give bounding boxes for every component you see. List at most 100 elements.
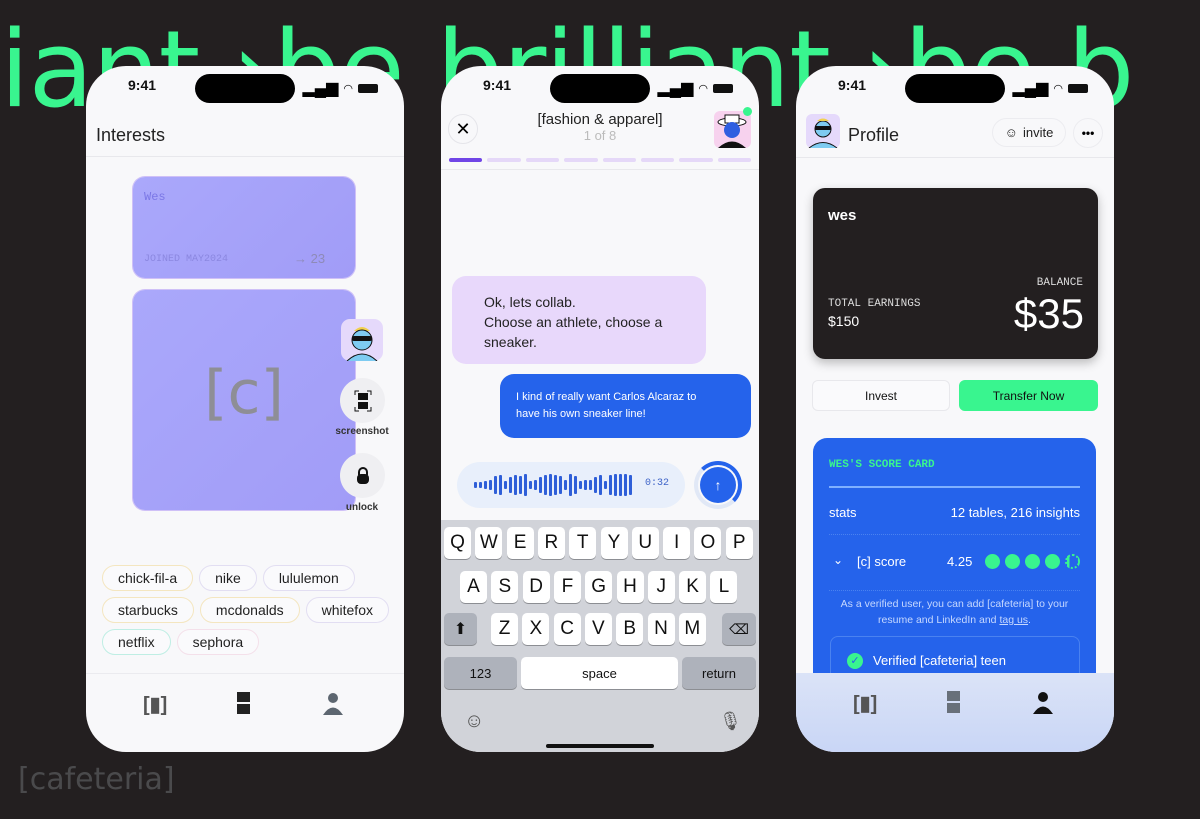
send-button[interactable]: ↑	[700, 467, 736, 503]
voice-message[interactable]: 0:32	[457, 462, 685, 508]
interest-tag[interactable]: netflix	[102, 629, 171, 655]
score-value: 4.25	[947, 554, 973, 569]
key-z[interactable]: Z	[491, 613, 518, 645]
shift-icon: ⬆	[453, 621, 468, 638]
waveform-bar	[614, 474, 617, 496]
key-t[interactable]: T	[569, 527, 597, 559]
interest-tag[interactable]: mcdonalds	[199, 597, 300, 623]
member-card[interactable]: Wes JOINED MAY2024 → 23	[133, 177, 355, 278]
expand-chevron-icon[interactable]: ⌄	[833, 553, 843, 567]
key-f[interactable]: F	[553, 571, 581, 603]
transfer-now-button[interactable]: Transfer Now	[959, 380, 1098, 411]
invest-button[interactable]: Invest	[812, 380, 950, 411]
tab-profile-icon[interactable]	[1032, 691, 1058, 717]
key-backspace[interactable]: ⌫	[722, 613, 756, 645]
waveform-bar	[519, 476, 522, 494]
main-card[interactable]: [c]	[133, 290, 355, 510]
arrow-right-icon: →	[294, 251, 307, 266]
key-v[interactable]: V	[584, 613, 612, 645]
tab-profile-icon[interactable]	[322, 692, 348, 718]
key-shift[interactable]: ⬆	[444, 613, 477, 645]
key-y[interactable]: Y	[600, 527, 628, 559]
key-numbers[interactable]: 123	[444, 657, 517, 689]
tab-bar: [▮]	[86, 673, 404, 752]
key-a[interactable]: A	[460, 571, 487, 603]
key-j[interactable]: J	[647, 571, 675, 603]
interest-tag[interactable]: lululemon	[262, 565, 355, 591]
key-p[interactable]: P	[725, 527, 753, 559]
progress-segment	[449, 158, 483, 162]
smiley-plus-icon: ☺	[1004, 125, 1018, 140]
check-icon: ✓	[847, 653, 863, 669]
unlock-button[interactable]	[340, 453, 385, 498]
key-h[interactable]: H	[616, 571, 644, 603]
page-title: Interests	[96, 125, 166, 145]
tab-stack-icon[interactable]	[237, 692, 263, 718]
tab-bar: [▮]	[796, 673, 1114, 752]
wallet-card: wes TOTAL EARNINGS $150 BALANCE $35	[813, 188, 1098, 359]
tag-us-link[interactable]: tag us	[999, 614, 1028, 626]
interest-tag[interactable]: chick-fil-a	[102, 565, 194, 591]
key-w[interactable]: W	[475, 527, 503, 559]
key-g[interactable]: G	[585, 571, 613, 603]
key-k[interactable]: K	[679, 571, 707, 603]
avatar[interactable]	[806, 114, 840, 149]
chat-title: [fashion & apparel]	[537, 111, 663, 128]
verified-label: Verified [cafeteria] teen	[873, 653, 1006, 668]
emoji-icon[interactable]: ☺	[464, 710, 484, 733]
status-time: 9:41	[838, 77, 867, 93]
interest-tag[interactable]: sephora	[176, 629, 260, 655]
key-d[interactable]: D	[522, 571, 550, 603]
waveform-bar	[544, 475, 547, 495]
key-o[interactable]: O	[694, 527, 722, 559]
key-space[interactable]: space	[521, 657, 678, 689]
progress-segment	[602, 158, 636, 162]
backspace-icon: ⌫	[729, 620, 749, 637]
invite-label: invite	[1022, 125, 1054, 140]
key-c[interactable]: C	[553, 613, 581, 645]
phone-interests: 9:41 ▂▄▆ ◠ Interests Wes JOINED MAY2024 →…	[86, 66, 404, 752]
interest-tag[interactable]: whitefox	[305, 597, 389, 623]
tab-cards-icon[interactable]: [▮]	[143, 692, 169, 718]
screenshot-button[interactable]	[340, 378, 385, 423]
interest-tag[interactable]: nike	[199, 565, 257, 591]
lock-icon	[356, 466, 369, 484]
key-l[interactable]: L	[710, 571, 738, 603]
invite-button[interactable]: ☺ invite	[992, 118, 1066, 147]
waveform-bar	[579, 481, 582, 489]
status-icons: ▂▄▆ ◠	[302, 78, 378, 98]
microphone-icon[interactable]: 🎙︎	[719, 711, 742, 732]
waveform-bar	[554, 475, 557, 495]
key-r[interactable]: R	[537, 527, 565, 559]
key-q[interactable]: Q	[444, 527, 471, 559]
key-x[interactable]: X	[522, 613, 550, 645]
tab-stack-icon[interactable]	[947, 691, 973, 717]
screenshot-icon	[354, 390, 371, 411]
dynamic-island	[550, 74, 650, 103]
avatar[interactable]	[341, 319, 383, 361]
score-badge-icon	[985, 554, 1000, 569]
key-return[interactable]: return	[682, 657, 756, 689]
home-indicator	[546, 744, 654, 748]
online-indicator	[743, 107, 752, 116]
cafeteria-logo: [c]	[204, 358, 284, 428]
interest-tag[interactable]: starbucks	[102, 597, 194, 623]
key-m[interactable]: M	[678, 613, 706, 645]
progress-segment	[679, 158, 713, 162]
user-message: I kind of really want Carlos Alcaraz to …	[500, 374, 751, 438]
more-options-button[interactable]: •••	[1073, 118, 1103, 148]
key-s[interactable]: S	[491, 571, 519, 603]
status-icons: ▂▄▆ ◠	[1012, 78, 1088, 98]
key-e[interactable]: E	[506, 527, 534, 559]
key-i[interactable]: I	[663, 527, 691, 559]
progress-segment	[717, 158, 751, 162]
tab-cards-icon[interactable]: [▮]	[853, 691, 879, 717]
card-count: 23	[310, 251, 326, 266]
waveform-bar	[474, 482, 477, 488]
bot-avatar[interactable]	[714, 111, 751, 148]
balance-value: $35	[1013, 290, 1084, 337]
key-n[interactable]: N	[647, 613, 675, 645]
key-u[interactable]: U	[631, 527, 659, 559]
score-label: [c] score	[857, 554, 907, 569]
key-b[interactable]: B	[616, 613, 644, 645]
